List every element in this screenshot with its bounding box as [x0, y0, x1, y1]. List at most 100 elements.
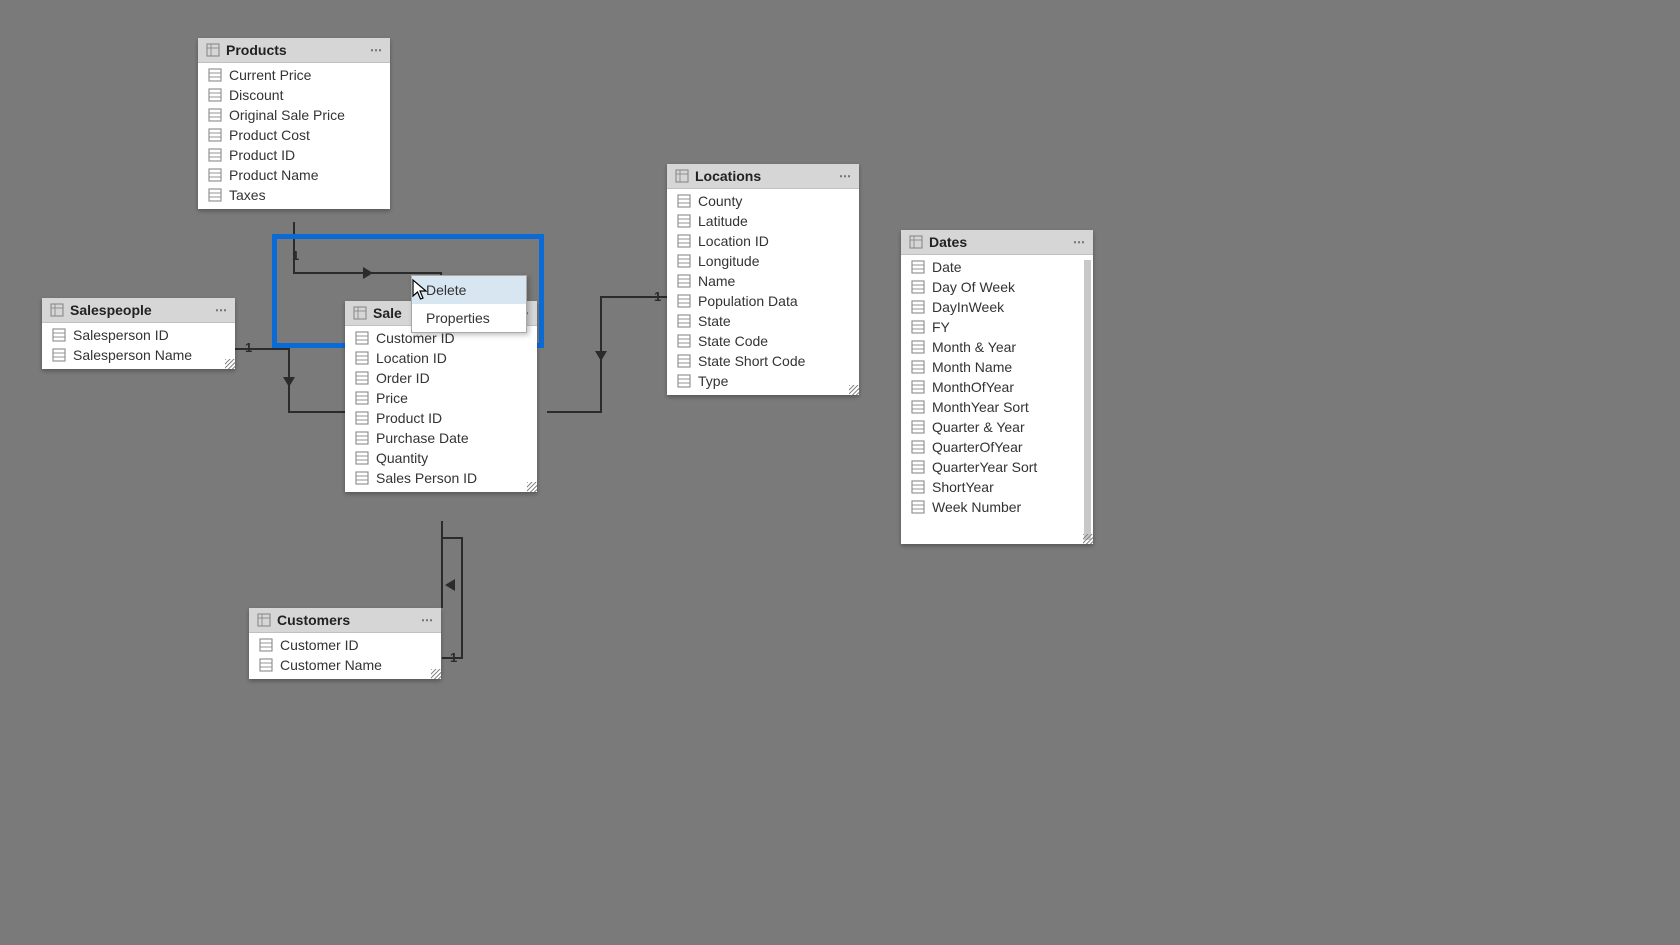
menu-item-delete[interactable]: Delete	[412, 276, 526, 304]
field-item[interactable]: Location ID	[667, 231, 859, 251]
table-menu-button[interactable]: ⋯	[1073, 236, 1087, 248]
resize-handle[interactable]	[527, 482, 537, 492]
context-menu[interactable]: Delete Properties	[411, 275, 527, 333]
field-label: Salesperson ID	[73, 327, 169, 343]
field-label: Date	[932, 259, 962, 275]
table-products[interactable]: Products ⋯ Current Price Discount Original…	[198, 38, 390, 209]
column-icon	[677, 314, 691, 328]
column-icon	[208, 108, 222, 122]
field-item[interactable]: Month & Year	[901, 337, 1093, 357]
field-item[interactable]: FY	[901, 317, 1093, 337]
table-menu-button[interactable]: ⋯	[370, 44, 384, 56]
column-icon	[677, 254, 691, 268]
field-item[interactable]: DayInWeek	[901, 297, 1093, 317]
field-item[interactable]: Product Name	[198, 165, 390, 185]
field-item[interactable]: Quantity	[345, 448, 537, 468]
field-label: Population Data	[698, 293, 798, 309]
column-icon	[677, 294, 691, 308]
field-item[interactable]: Latitude	[667, 211, 859, 231]
field-item[interactable]: Product Cost	[198, 125, 390, 145]
field-label: Customer ID	[280, 637, 359, 653]
field-item[interactable]: Discount	[198, 85, 390, 105]
field-item[interactable]: Salesperson ID	[42, 325, 235, 345]
field-list: Salesperson ID Salesperson Name	[42, 323, 235, 369]
field-list: Date Day Of WeekDayInWeekFY Month & Year Mo…	[901, 255, 1093, 543]
column-icon	[677, 274, 691, 288]
field-item[interactable]: Location ID	[345, 348, 537, 368]
field-item[interactable]: QuarterYear Sort	[901, 457, 1093, 477]
field-item[interactable]: Longitude	[667, 251, 859, 271]
field-item[interactable]: ShortYear	[901, 477, 1093, 497]
field-item[interactable]: Customer Name	[249, 655, 441, 675]
column-icon	[259, 658, 273, 672]
field-item[interactable]: Product ID	[198, 145, 390, 165]
field-label: ShortYear	[932, 479, 994, 495]
table-title: Dates	[929, 234, 967, 250]
column-icon	[911, 500, 925, 514]
field-item[interactable]: Name	[667, 271, 859, 291]
table-header[interactable]: Customers ⋯	[249, 608, 441, 633]
field-label: Order ID	[376, 370, 430, 386]
column-icon	[355, 331, 369, 345]
table-header[interactable]: Locations ⋯	[667, 164, 859, 189]
field-item[interactable]: Order ID	[345, 368, 537, 388]
field-label: Month Name	[932, 359, 1012, 375]
field-item[interactable]: MonthOfYear	[901, 377, 1093, 397]
table-header[interactable]: Salespeople ⋯	[42, 298, 235, 323]
table-title: Locations	[695, 168, 761, 184]
field-item[interactable]: State Code	[667, 331, 859, 351]
field-item[interactable]: Taxes	[198, 185, 390, 205]
table-dates[interactable]: Dates ⋯ Date Day Of WeekDayInWeekFY Month …	[901, 230, 1093, 544]
column-icon	[911, 440, 925, 454]
resize-handle[interactable]	[849, 385, 859, 395]
menu-item-properties[interactable]: Properties	[412, 304, 526, 332]
model-canvas[interactable]: 1 1 1 1 Products ⋯ Current PriceDiscount…	[0, 0, 1680, 945]
field-label: State	[698, 313, 731, 329]
resize-handle[interactable]	[431, 669, 441, 679]
field-item[interactable]: State Short Code	[667, 351, 859, 371]
table-icon	[50, 303, 64, 317]
field-item[interactable]: Quarter & Year	[901, 417, 1093, 437]
field-item[interactable]: County	[667, 191, 859, 211]
resize-handle[interactable]	[225, 359, 235, 369]
table-salespeople[interactable]: Salespeople ⋯ Salesperson IDSalesperson …	[42, 298, 235, 369]
field-label: Original Sale Price	[229, 107, 345, 123]
field-label: Taxes	[229, 187, 266, 203]
field-item[interactable]: Population Data	[667, 291, 859, 311]
field-item[interactable]: Price	[345, 388, 537, 408]
column-icon	[208, 168, 222, 182]
field-item[interactable]: Sales Person ID	[345, 468, 537, 488]
column-icon	[911, 400, 925, 414]
field-item[interactable]: Week Number	[901, 497, 1093, 517]
table-menu-button[interactable]: ⋯	[215, 304, 229, 316]
table-menu-button[interactable]: ⋯	[421, 614, 435, 626]
field-item[interactable]: Current Price	[198, 65, 390, 85]
field-item[interactable]: Month Name	[901, 357, 1093, 377]
field-item[interactable]: Purchase Date	[345, 428, 537, 448]
table-customers[interactable]: Customers ⋯ Customer ID Customer Name	[249, 608, 441, 679]
field-label: Longitude	[698, 253, 760, 269]
field-item[interactable]: Customer ID	[249, 635, 441, 655]
field-label: Month & Year	[932, 339, 1016, 355]
table-header[interactable]: Dates ⋯	[901, 230, 1093, 255]
scrollbar[interactable]	[1084, 260, 1091, 540]
field-item[interactable]: MonthYear Sort	[901, 397, 1093, 417]
cardinality-one: 1	[292, 248, 299, 263]
column-icon	[677, 374, 691, 388]
field-item[interactable]: Type	[667, 371, 859, 391]
field-item[interactable]: Date	[901, 257, 1093, 277]
field-item[interactable]: QuarterOfYear	[901, 437, 1093, 457]
field-item[interactable]: Product ID	[345, 408, 537, 428]
resize-handle[interactable]	[1083, 534, 1093, 544]
field-item[interactable]: State	[667, 311, 859, 331]
field-label: Current Price	[229, 67, 311, 83]
table-header[interactable]: Products ⋯	[198, 38, 390, 63]
table-icon	[353, 306, 367, 320]
column-icon	[355, 451, 369, 465]
field-item[interactable]: Day Of Week	[901, 277, 1093, 297]
table-locations[interactable]: Locations ⋯ CountyLatitudeLocation ID Lon…	[667, 164, 859, 395]
field-item[interactable]: Original Sale Price	[198, 105, 390, 125]
table-menu-button[interactable]: ⋯	[839, 170, 853, 182]
field-item[interactable]: Salesperson Name	[42, 345, 235, 365]
column-icon	[52, 328, 66, 342]
